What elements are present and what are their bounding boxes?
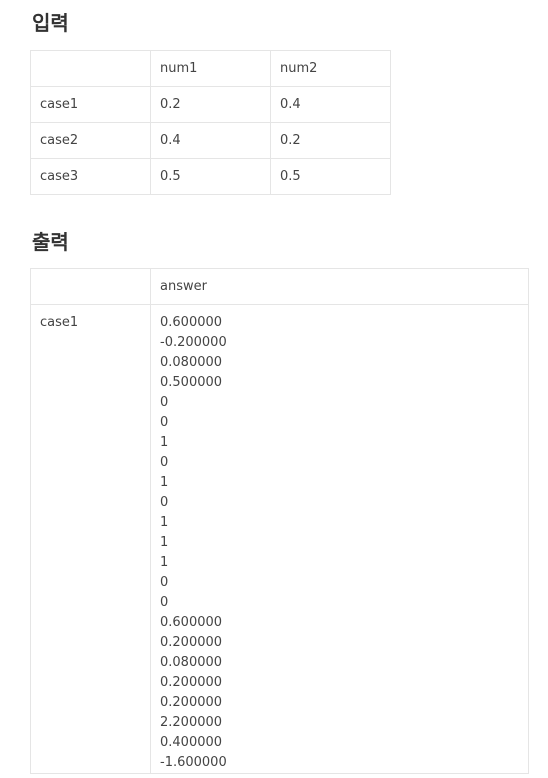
answer-line: 1 (160, 555, 169, 570)
num1-value: 0.2 (150, 86, 271, 123)
answer-line: 1 (160, 475, 169, 490)
answer-line: 0 (160, 575, 169, 590)
answer-line: 0 (160, 415, 169, 430)
answer-line: 0.200000 (160, 675, 223, 690)
answer-line: 0.600000 (160, 615, 223, 630)
header-cell-empty (30, 268, 151, 305)
table-row: case2 0.4 0.2 (30, 122, 391, 159)
num2-value: 0.5 (270, 158, 391, 195)
answer-cell: 0.600000 -0.200000 0.080000 0.500000 0 0… (150, 304, 529, 774)
answer-line: 0.400000 (160, 735, 223, 750)
answer-line: 0.200000 (160, 635, 223, 650)
answer-line: 0.200000 (160, 695, 223, 710)
answer-line: -1.600000 (160, 755, 227, 770)
table-header-row: num1 num2 (30, 50, 391, 87)
num1-value: 0.5 (150, 158, 271, 195)
case-label: case2 (30, 122, 151, 159)
table-header-row: answer (30, 268, 529, 305)
answer-line: 0 (160, 455, 169, 470)
header-cell-num2: num2 (270, 50, 391, 87)
answer-line: 0 (160, 495, 169, 510)
output-table: answer case1 0.600000 -0.200000 0.080000… (30, 268, 529, 774)
answer-line: 1 (160, 435, 169, 450)
answer-line: -0.200000 (160, 335, 227, 350)
answer-line: 1 (160, 515, 169, 530)
answer-line: 0.080000 (160, 355, 223, 370)
case-label: case1 (30, 86, 151, 123)
header-cell-empty (30, 50, 151, 87)
output-section-title: 출력 (32, 230, 69, 254)
num2-value: 0.2 (270, 122, 391, 159)
answer-line: 0 (160, 395, 169, 410)
answer-line: 1 (160, 535, 169, 550)
answer-line: 0 (160, 595, 169, 610)
input-table: num1 num2 case1 0.2 0.4 case2 0.4 0.2 ca… (30, 50, 391, 195)
answer-line: 0.080000 (160, 655, 223, 670)
table-row: case1 0.600000 -0.200000 0.080000 0.5000… (30, 304, 529, 774)
header-cell-num1: num1 (150, 50, 271, 87)
header-cell-answer: answer (150, 268, 529, 305)
answer-line: 0.600000 (160, 315, 223, 330)
answer-line: 2.200000 (160, 715, 223, 730)
num1-value: 0.4 (150, 122, 271, 159)
table-row: case1 0.2 0.4 (30, 86, 391, 123)
input-section-title: 입력 (32, 11, 69, 35)
num2-value: 0.4 (270, 86, 391, 123)
table-row: case3 0.5 0.5 (30, 158, 391, 195)
case-label: case3 (30, 158, 151, 195)
answer-line: 0.500000 (160, 375, 223, 390)
case-label: case1 (30, 304, 151, 774)
